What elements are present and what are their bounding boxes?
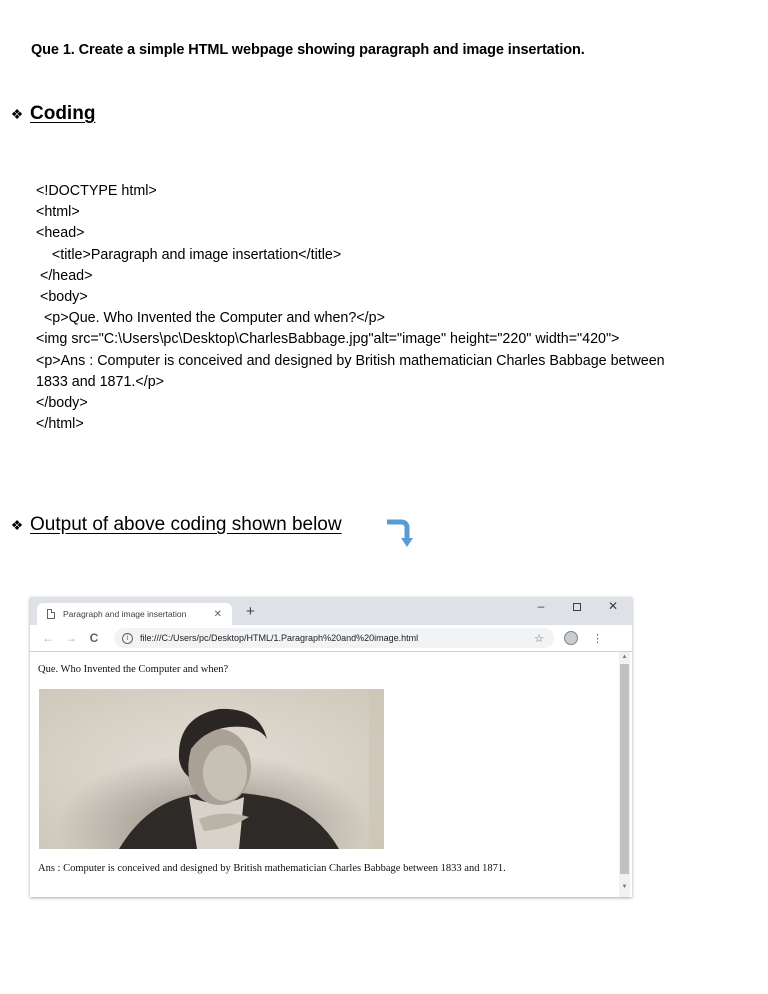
rendered-question: Que. Who Invented the Computer and when? (38, 664, 229, 675)
tab-bar: Paragraph and image insertation ✕ + – ✕ (30, 597, 632, 625)
window-controls: – ✕ (532, 599, 622, 614)
profile-avatar-icon[interactable] (564, 631, 578, 645)
diamond-bullet-icon: ❖ (10, 516, 24, 533)
document-icon (47, 609, 55, 619)
page-viewport: Que. Who Invented the Computer and when? (30, 652, 618, 897)
reload-button[interactable]: C (84, 631, 104, 645)
new-tab-button[interactable]: + (246, 603, 255, 620)
info-icon[interactable]: i (122, 632, 133, 644)
browser-window-screenshot: Paragraph and image insertation ✕ + – ✕ … (30, 597, 632, 897)
address-bar[interactable]: i file:///C:/Users/pc/Desktop/HTML/1.Par… (114, 628, 554, 648)
bookmark-star-icon[interactable]: ☆ (534, 632, 544, 645)
output-heading-label: Output of above coding shown below (30, 514, 342, 535)
code-line: </body> (36, 395, 88, 412)
vertical-scrollbar[interactable]: ▲ ▼ (619, 652, 630, 897)
scroll-down-arrow-icon[interactable]: ▼ (619, 882, 630, 892)
code-line: <img src="C:\Users\pc\Desktop\CharlesBab… (36, 331, 620, 348)
output-section-heading: ❖ Output of above coding shown below (6, 514, 342, 536)
code-line: <body> (36, 289, 88, 306)
back-button[interactable]: ← (38, 631, 58, 645)
minimize-button[interactable]: – (532, 599, 550, 614)
code-line: 1833 and 1871.</p> (36, 373, 165, 390)
browser-toolbar: ← → C i file:///C:/Users/pc/Desktop/HTML… (30, 625, 632, 652)
coding-section-heading: ❖ Coding (6, 103, 96, 125)
tab-title: Paragraph and image insertation (63, 609, 187, 619)
code-line: </head> (36, 267, 93, 284)
browser-tab[interactable]: Paragraph and image insertation ✕ (37, 603, 232, 625)
code-line: <title>Paragraph and image insertation</… (36, 246, 342, 263)
maximize-button[interactable] (568, 599, 586, 614)
rendered-answer: Ans : Computer is conceived and designed… (38, 863, 506, 874)
maximize-icon (573, 603, 581, 611)
charles-babbage-portrait (39, 689, 384, 849)
forward-button[interactable]: → (61, 631, 81, 645)
code-line: <html> (36, 204, 80, 221)
code-line: <!DOCTYPE html> (36, 183, 157, 199)
browser-menu-icon[interactable]: ⋮ (592, 632, 603, 645)
url-text[interactable]: file:///C:/Users/pc/Desktop/HTML/1.Parag… (140, 633, 534, 643)
question-title: Que 1. Create a simple HTML webpage show… (31, 42, 585, 58)
diamond-bullet-icon: ❖ (10, 105, 24, 122)
code-line: <p>Que. Who Invented the Computer and wh… (36, 310, 385, 327)
curved-arrow-down-icon (387, 519, 413, 547)
close-window-button[interactable]: ✕ (604, 599, 622, 614)
tab-close-icon[interactable]: ✕ (214, 609, 222, 620)
coding-heading-label: Coding (30, 103, 96, 124)
code-line: <head> (36, 225, 85, 242)
code-line: <p>Ans : Computer is conceived and desig… (36, 352, 665, 369)
scroll-up-arrow-icon[interactable]: ▲ (619, 652, 630, 662)
code-line: </html> (36, 416, 84, 433)
code-block: <!DOCTYPE html> <html> <head> <title>Parag… (36, 181, 665, 435)
scrollbar-thumb[interactable] (620, 664, 629, 874)
